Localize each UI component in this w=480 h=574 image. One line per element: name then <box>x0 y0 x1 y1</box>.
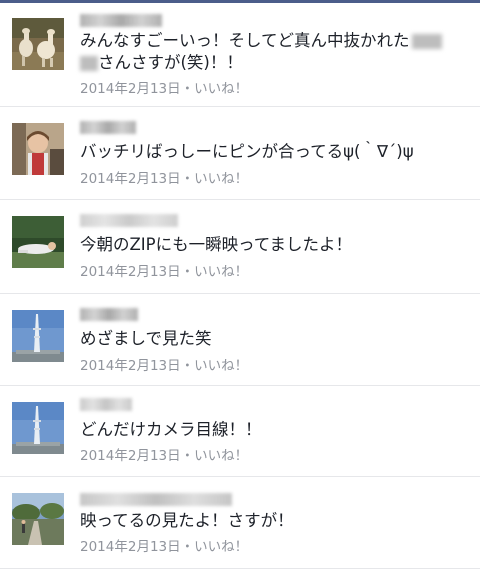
avatar[interactable] <box>12 402 64 454</box>
avatar[interactable] <box>12 310 64 362</box>
meta-separator: ・ <box>180 448 195 464</box>
avatar[interactable] <box>12 123 64 175</box>
comment-meta: 2014年2月13日・いいね！ <box>80 444 248 464</box>
meta-separator: ・ <box>180 171 195 187</box>
comment-date: 2014年2月13日 <box>80 81 181 97</box>
author-name-redacted[interactable] <box>80 121 136 134</box>
comment-meta: 2014年2月13日・いいね！ <box>80 167 248 187</box>
comment-text-continued: さんさすが(笑)！！ <box>80 52 458 74</box>
meta-separator: ・ <box>180 539 195 555</box>
comment-item: めざましで見た笑 2014年2月13日・いいね！ <box>0 294 480 386</box>
meta-separator: ・ <box>180 264 195 280</box>
comment-text-line-1: 今朝のZIPにも一瞬映ってましたよ！ <box>80 235 352 254</box>
author-name-redacted[interactable] <box>80 493 232 506</box>
redacted-name <box>411 34 442 49</box>
comment-meta: 2014年2月13日・いいね！ <box>80 77 248 97</box>
comment-meta: 2014年2月13日・いいね！ <box>80 260 248 280</box>
redacted-name <box>80 56 98 71</box>
comment-text-line-1: 映ってるの見たよ！さすが！ <box>80 511 294 530</box>
comment-text: めざましで見た笑 <box>80 328 458 350</box>
comment-text: 映ってるの見たよ！さすが！ <box>80 510 458 532</box>
comment-text-line-1: どんだけカメラ目線！！ <box>80 420 262 439</box>
comment-item: どんだけカメラ目線！！ 2014年2月13日・いいね！ <box>0 386 480 477</box>
avatar[interactable] <box>12 493 64 545</box>
author-name-redacted[interactable] <box>80 398 132 411</box>
avatar[interactable] <box>12 18 64 70</box>
meta-separator: ・ <box>180 81 195 97</box>
like-link[interactable]: いいね！ <box>194 358 248 374</box>
comment-meta: 2014年2月13日・いいね！ <box>80 535 248 555</box>
comment-item: 映ってるの見たよ！さすが！ 2014年2月13日・いいね！ <box>0 477 480 569</box>
comment-item: バッチリばっしーにピンが合ってるψ(｀∇´)ψ 2014年2月13日・いいね！ <box>0 107 480 200</box>
meta-separator: ・ <box>180 358 195 374</box>
comment-text: バッチリばっしーにピンが合ってるψ(｀∇´)ψ <box>80 141 458 163</box>
comment-text-line-1: めざましで見た笑 <box>80 329 212 348</box>
author-name-redacted[interactable] <box>80 14 162 27</box>
avatar[interactable] <box>12 216 64 268</box>
like-link[interactable]: いいね！ <box>194 264 248 280</box>
comment-date: 2014年2月13日 <box>80 171 181 187</box>
author-name-redacted[interactable] <box>80 214 178 227</box>
comment-text: どんだけカメラ目線！！ <box>80 419 458 441</box>
like-link[interactable]: いいね！ <box>194 81 248 97</box>
comment-meta: 2014年2月13日・いいね！ <box>80 354 248 374</box>
like-link[interactable]: いいね！ <box>194 171 248 187</box>
comment-date: 2014年2月13日 <box>80 264 181 280</box>
comment-text: 今朝のZIPにも一瞬映ってましたよ！ <box>80 234 458 256</box>
author-name-redacted[interactable] <box>80 308 138 321</box>
like-link[interactable]: いいね！ <box>194 539 248 555</box>
comment-date: 2014年2月13日 <box>80 358 181 374</box>
comment-text-line-1: バッチリばっしーにピンが合ってるψ(｀∇´)ψ <box>80 142 414 161</box>
like-link[interactable]: いいね！ <box>194 448 248 464</box>
comment-text-line-1: みんなすごーいっ！そしてど真ん中抜かれた <box>80 31 410 50</box>
comment-date: 2014年2月13日 <box>80 539 181 555</box>
comment-item: みんなすごーいっ！そしてど真ん中抜かれた さんさすが(笑)！！ 2014年2月1… <box>0 3 480 107</box>
comment-date: 2014年2月13日 <box>80 448 181 464</box>
comment-text: みんなすごーいっ！そしてど真ん中抜かれた <box>80 30 458 52</box>
comment-text-line-2: さんさすが(笑)！！ <box>98 53 243 72</box>
comment-item: 今朝のZIPにも一瞬映ってましたよ！ 2014年2月13日・いいね！ <box>0 200 480 294</box>
